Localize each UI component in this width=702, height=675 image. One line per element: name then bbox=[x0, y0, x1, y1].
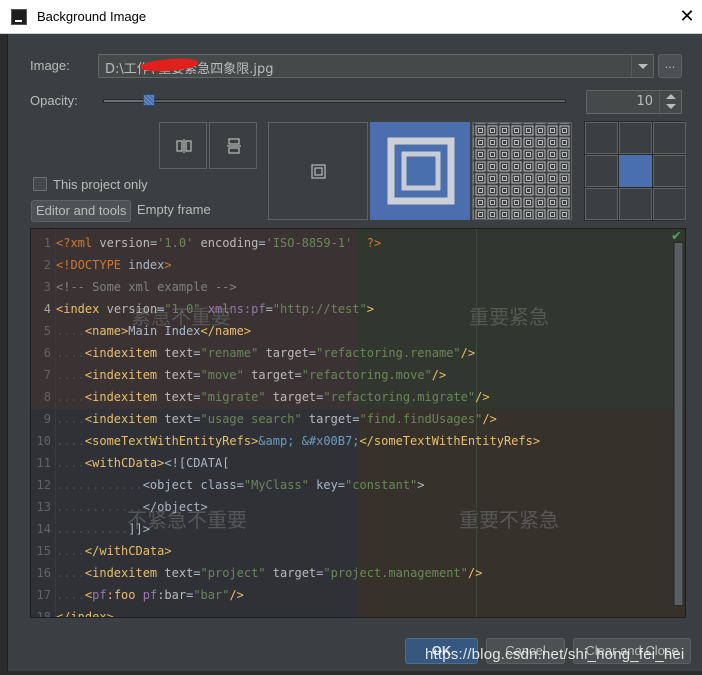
scale-mode-icon bbox=[387, 137, 455, 205]
chevron-down-icon[interactable] bbox=[631, 55, 653, 77]
close-icon[interactable]: ✕ bbox=[672, 0, 702, 34]
editor-preview: 紧急不重要 重要紧急 不紧急不重要 重要不紧急 1 <?xml version='… bbox=[30, 228, 686, 618]
window-title: Background Image bbox=[37, 9, 147, 24]
code-line: 13 ............</object> bbox=[36, 500, 208, 514]
code-line: 17 ....<pf:foo pf:bar="bar"/> bbox=[36, 588, 244, 602]
opacity-label: Opacity: bbox=[30, 93, 78, 108]
anchor-bottom-left[interactable] bbox=[585, 188, 618, 220]
code-line: 16 ....<indexitem text="project" target="… bbox=[36, 566, 483, 580]
background-window-strip-bottom bbox=[0, 671, 702, 675]
center-mode-icon bbox=[311, 164, 326, 179]
anchor-right[interactable] bbox=[653, 155, 686, 187]
code-line: 15 ....</withCData> bbox=[36, 544, 172, 558]
code-line: 18 </index> bbox=[36, 610, 114, 618]
image-path-combobox[interactable]: D:\工作\ 重要紧急四象限.jpg bbox=[98, 54, 654, 78]
anchor-top[interactable] bbox=[619, 122, 652, 154]
this-project-only-checkbox[interactable] bbox=[33, 177, 47, 191]
this-project-only-label: This project only bbox=[53, 177, 148, 192]
code-line: 14 ..........]]> bbox=[36, 522, 150, 536]
background-window-strip bbox=[0, 34, 8, 675]
opacity-slider[interactable] bbox=[103, 99, 566, 103]
opacity-value: 10 bbox=[636, 94, 653, 109]
watermark-text: https://blog.csdn.net/shi_hong_fei_hei bbox=[425, 646, 685, 663]
code-line: 6 ....<indexitem text="rename" target="re… bbox=[43, 346, 476, 360]
chevron-up-icon[interactable] bbox=[666, 94, 676, 99]
code-line: 4 <index version="1.0" xmlns:pf="http://t… bbox=[43, 302, 374, 316]
code-line: 7 ....<indexitem text="move" target="refa… bbox=[43, 368, 447, 382]
anchor-bottom[interactable] bbox=[619, 188, 652, 220]
flip-horizontal-button[interactable] bbox=[159, 122, 207, 169]
code-sample: 1 <?xml version='1.0' encoding='ISO-8859-… bbox=[31, 235, 671, 618]
code-line: 1 <?xml version='1.0' encoding='ISO-8859-… bbox=[43, 236, 382, 250]
opacity-spinner[interactable]: 10 bbox=[586, 90, 682, 114]
anchor-center[interactable] bbox=[619, 155, 652, 187]
app-icon bbox=[11, 9, 27, 25]
anchor-top-left[interactable] bbox=[585, 122, 618, 154]
spinner-arrows[interactable] bbox=[659, 91, 681, 113]
tile-mode-icon bbox=[473, 123, 571, 219]
code-line: 2 <!DOCTYPE index> bbox=[43, 258, 172, 272]
title-bar: Background Image ✕ bbox=[0, 0, 702, 34]
code-line: 5 ....<name>Main Index</name> bbox=[43, 324, 252, 338]
fill-mode-tile[interactable] bbox=[472, 122, 572, 220]
flip-horizontal-icon bbox=[176, 139, 192, 153]
chevron-down-icon[interactable] bbox=[666, 104, 676, 109]
code-line: 11 ....<withCData><![CDATA[ bbox=[36, 456, 230, 470]
image-label: Image: bbox=[30, 58, 70, 73]
fill-mode-scale[interactable] bbox=[370, 122, 470, 220]
code-line: 8 ....<indexitem text="migrate" target="r… bbox=[43, 390, 490, 404]
flip-vertical-icon bbox=[227, 138, 241, 154]
flip-vertical-button[interactable] bbox=[209, 122, 257, 169]
fill-mode-center[interactable] bbox=[268, 122, 368, 220]
tab-editor-and-tools[interactable]: Editor and tools bbox=[31, 200, 132, 222]
editor-scrollbar[interactable] bbox=[673, 242, 684, 606]
opacity-slider-thumb[interactable] bbox=[143, 94, 156, 106]
code-line: 12 ............<object class="MyClass" ke… bbox=[36, 478, 425, 492]
tab-empty-frame[interactable]: Empty frame bbox=[133, 200, 215, 222]
anchor-grid bbox=[584, 121, 686, 221]
anchor-left[interactable] bbox=[585, 155, 618, 187]
code-line: 3 <!-- Some xml example --> bbox=[43, 280, 237, 294]
anchor-top-right[interactable] bbox=[653, 122, 686, 154]
scrollbar-thumb[interactable] bbox=[675, 243, 682, 605]
browse-button[interactable]: ... bbox=[658, 54, 682, 78]
code-line: 10 ....<someTextWithEntityRefs>&amp; &#x0… bbox=[36, 434, 541, 448]
anchor-bottom-right[interactable] bbox=[653, 188, 686, 220]
code-line: 9 ....<indexitem text="usage search" targ… bbox=[43, 412, 497, 426]
